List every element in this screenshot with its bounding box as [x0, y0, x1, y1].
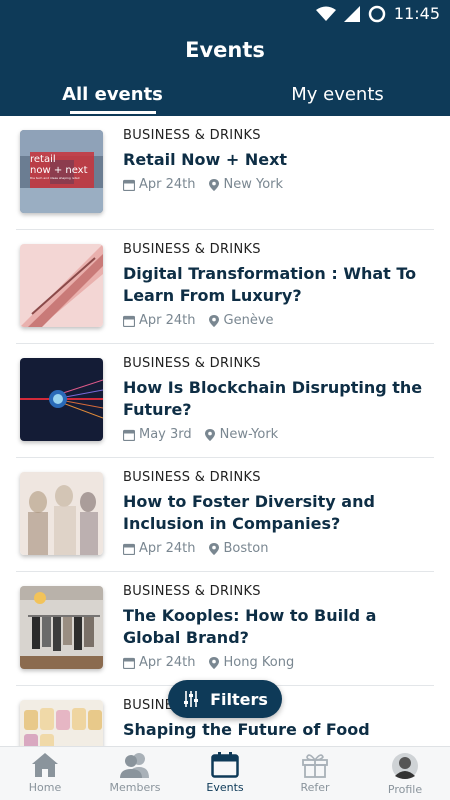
- tab-bar: All events My events: [0, 80, 450, 116]
- filters-button[interactable]: Filters: [168, 680, 282, 718]
- nav-profile[interactable]: Profile: [360, 747, 450, 800]
- event-title: Shaping the Future of Food: [123, 720, 370, 739]
- page-title: Events: [185, 38, 265, 62]
- app-header: Events All events My events: [0, 28, 450, 116]
- members-icon: [120, 753, 149, 778]
- event-thumbnail: [20, 700, 103, 746]
- event-date: Apr 24th: [139, 177, 196, 192]
- calendar-icon: [123, 543, 135, 555]
- event-meta: Apr 24th New York: [123, 177, 433, 192]
- bottom-nav: Home Members Events Refer Profile: [0, 746, 450, 800]
- event-title: Retail Now + Next: [123, 150, 288, 169]
- location-pin-icon: [204, 428, 215, 441]
- sliders-icon: [184, 691, 199, 707]
- tab-label: All events: [62, 84, 163, 105]
- event-card[interactable]: BUSINESS & DRINKS How to Foster Diversit…: [16, 458, 434, 572]
- calendar-icon: [123, 315, 135, 327]
- signal-icon: [343, 5, 360, 22]
- location-pin-icon: [208, 542, 219, 555]
- event-location: New York: [223, 177, 284, 192]
- nav-home[interactable]: Home: [0, 747, 90, 800]
- nav-label: Events: [206, 781, 244, 794]
- event-title: How to Foster Diversity and Inclusion in…: [123, 492, 375, 533]
- home-icon: [32, 753, 58, 777]
- nav-label: Refer: [300, 781, 330, 794]
- nav-members[interactable]: Members: [90, 747, 180, 800]
- nav-label: Members: [109, 781, 161, 794]
- event-title: The Kooples: How to Build a Global Brand…: [123, 606, 377, 647]
- event-date: Apr 24th: [139, 541, 196, 556]
- event-meta: Apr 24th Boston: [123, 541, 433, 556]
- status-icons: 11:45: [315, 4, 440, 23]
- event-location: Hong Kong: [223, 655, 295, 670]
- calendar-icon: [211, 752, 239, 778]
- event-thumbnail: [20, 586, 103, 669]
- location-pin-icon: [208, 656, 219, 669]
- event-category: BUSINESS & DRINKS: [123, 128, 261, 143]
- event-date: Apr 24th: [139, 655, 196, 670]
- thumb-text: retail: [30, 154, 56, 165]
- event-category: BUSINESS & DRINKS: [123, 356, 261, 371]
- event-meta: Apr 24th Hong Kong: [123, 655, 433, 670]
- battery-ring-icon: [368, 5, 386, 22]
- thumb-text: the tech and ideas shaping retail: [30, 176, 80, 180]
- event-card[interactable]: BUSINESS & DRINKS How Is Blockchain Disr…: [16, 344, 434, 458]
- event-date: May 3rd: [139, 427, 192, 442]
- event-card[interactable]: BUSINESS & DRINKS The Kooples: How to Bu…: [16, 572, 434, 686]
- event-title: How Is Blockchain Disrupting the Future?: [123, 378, 423, 419]
- event-date: Apr 24th: [139, 313, 196, 328]
- event-thumbnail: [20, 244, 103, 327]
- event-category: BUSINESS & DRINKS: [123, 242, 261, 257]
- avatar: [392, 753, 418, 779]
- events-list: retail now + next the tech and ideas sha…: [0, 116, 450, 746]
- event-thumbnail: retail now + next the tech and ideas sha…: [20, 130, 103, 213]
- event-thumbnail: [20, 472, 103, 555]
- event-meta: May 3rd New-York: [123, 427, 433, 442]
- event-title: Digital Transformation : What To Learn F…: [123, 264, 417, 305]
- location-pin-icon: [208, 314, 219, 327]
- event-location: Boston: [223, 541, 269, 556]
- nav-label: Home: [28, 781, 62, 794]
- wifi-icon: [315, 6, 336, 21]
- location-pin-icon: [208, 178, 219, 191]
- status-bar: 11:45: [0, 0, 450, 28]
- event-category: BUSINESS & DRINKS: [123, 470, 261, 485]
- calendar-icon: [123, 179, 135, 191]
- active-tab-indicator: [70, 111, 156, 114]
- event-location: New-York: [219, 427, 279, 442]
- calendar-icon: [123, 429, 135, 441]
- event-meta: Apr 24th Genève: [123, 313, 433, 328]
- event-category: BUSINESS & DRINKS: [123, 584, 261, 599]
- tab-all-events[interactable]: All events: [0, 80, 225, 116]
- calendar-icon: [123, 657, 135, 669]
- thumb-text: now + next: [30, 165, 88, 176]
- clock: 11:45: [393, 4, 440, 23]
- event-card[interactable]: retail now + next the tech and ideas sha…: [16, 116, 434, 230]
- nav-refer[interactable]: Refer: [270, 747, 360, 800]
- gift-icon: [302, 754, 328, 778]
- tab-my-events[interactable]: My events: [225, 80, 450, 116]
- nav-label: Profile: [387, 783, 423, 796]
- filters-label: Filters: [210, 689, 268, 709]
- event-thumbnail: [20, 358, 103, 441]
- nav-events[interactable]: Events: [180, 747, 270, 800]
- event-location: Genève: [223, 313, 274, 328]
- tab-label: My events: [291, 84, 384, 105]
- event-card[interactable]: BUSINESS & DRINKS Digital Transformation…: [16, 230, 434, 344]
